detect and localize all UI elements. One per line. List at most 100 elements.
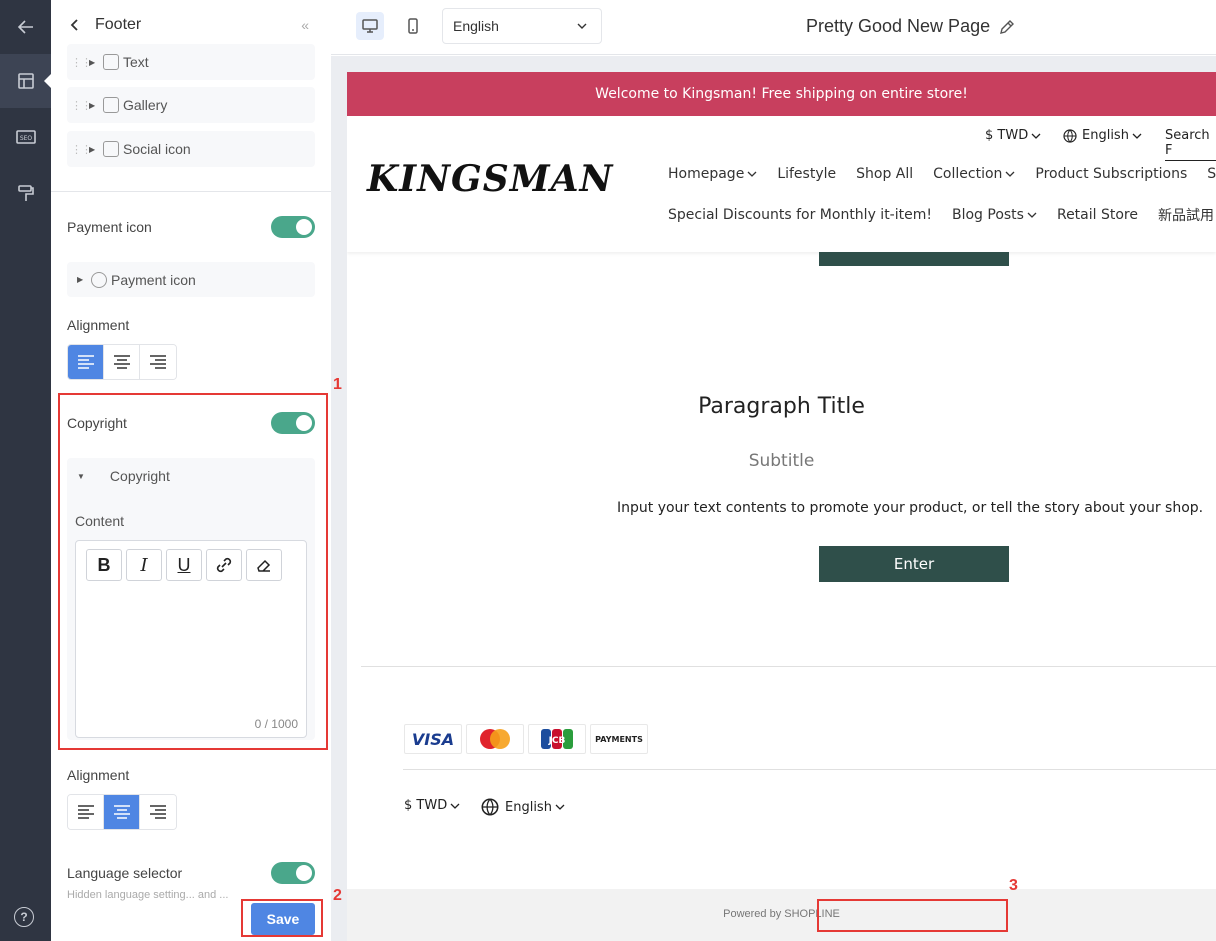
nav-item-lifestyle[interactable]: Lifestyle xyxy=(777,166,836,182)
annotation-number-2: 2 xyxy=(333,887,342,904)
nav-item-homepage[interactable]: Homepage xyxy=(668,166,757,182)
paint-roller-icon[interactable] xyxy=(0,166,51,220)
currency-selector[interactable]: $ TWD xyxy=(985,128,1041,143)
block-item-social-icon[interactable]: ⋮⋮ ▶ Social icon xyxy=(67,131,315,167)
footer-language-selector[interactable]: English xyxy=(481,798,565,816)
panel-header: Footer « xyxy=(51,0,331,50)
language-selector-toggle[interactable] xyxy=(271,862,315,884)
footer-currency-selector[interactable]: $ TWD xyxy=(404,798,460,813)
paragraph-subtitle: Subtitle xyxy=(748,451,815,471)
nav-item-shop-all[interactable]: Shop All xyxy=(856,166,913,182)
align-center-button[interactable] xyxy=(104,795,140,829)
pencil-icon[interactable] xyxy=(998,18,1016,36)
language-selector-label: Language selector xyxy=(67,865,183,881)
block-item-label: Social icon xyxy=(123,141,191,157)
store-header: $ TWD English Search F KINGSMAN Homepage… xyxy=(347,116,1216,252)
alignment-label: Alignment xyxy=(67,767,130,783)
payment-icon-label: Payment icon xyxy=(67,219,152,235)
alignment-label: Alignment xyxy=(67,317,130,333)
chevron-down-icon xyxy=(1005,171,1015,177)
back-arrow-icon[interactable] xyxy=(0,0,51,54)
caret-right-icon[interactable]: ▶ xyxy=(89,101,99,110)
chevron-down-icon xyxy=(577,23,587,29)
alignment-group-2 xyxy=(67,794,177,830)
store-preview: Welcome to Kingsman! Free shipping on en… xyxy=(347,72,1216,941)
caret-right-icon[interactable]: ▶ xyxy=(89,58,99,67)
mobile-view-button[interactable] xyxy=(399,12,427,40)
visa-icon: VISA xyxy=(404,724,462,754)
language-select-value: English xyxy=(453,18,499,34)
footer-currency-value: $ TWD xyxy=(404,798,448,813)
caret-right-icon[interactable]: ▶ xyxy=(89,145,99,154)
align-left-button[interactable] xyxy=(68,795,104,829)
caret-right-icon[interactable]: ▶ xyxy=(77,275,87,284)
hint-text: Hidden language setting... and ... xyxy=(67,889,229,901)
footer-language-value: English xyxy=(505,799,552,815)
chevron-down-icon xyxy=(555,804,565,810)
desktop-view-button[interactable] xyxy=(356,12,384,40)
share-icon xyxy=(103,141,119,157)
bottom-strip: Powered by SHOPLINE xyxy=(347,889,1216,941)
globe-icon xyxy=(481,798,499,816)
drag-handle-icon[interactable]: ⋮⋮ xyxy=(71,143,92,156)
nav-item-truncated[interactable]: S xyxy=(1207,166,1216,182)
paragraph-title: Paragraph Title xyxy=(698,394,865,419)
align-center-button[interactable] xyxy=(104,345,140,379)
align-left-button[interactable] xyxy=(68,345,104,379)
image-icon xyxy=(103,97,119,113)
nav-item-new-trial[interactable]: 新品試用 xyxy=(1158,205,1214,225)
nav-item-retail-store[interactable]: Retail Store xyxy=(1057,205,1138,225)
seo-icon[interactable]: SEO xyxy=(0,110,51,164)
annotation-box-1 xyxy=(58,393,328,750)
language-select[interactable]: English xyxy=(442,8,602,44)
store-logo[interactable]: KINGSMAN xyxy=(367,158,613,200)
drag-handle-icon[interactable]: ⋮⋮ xyxy=(71,56,92,69)
payment-icon-toggle[interactable] xyxy=(271,216,315,238)
currency-value: $ TWD xyxy=(985,128,1029,143)
chevron-down-icon xyxy=(747,171,757,177)
nav-item-collection[interactable]: Collection xyxy=(933,166,1015,182)
left-rail: SEO ? xyxy=(0,0,52,941)
chevron-left-icon[interactable] xyxy=(69,15,89,35)
annotation-box-2 xyxy=(241,899,323,937)
top-bar: English Pretty Good New Page xyxy=(331,0,1216,55)
desktop-icon xyxy=(362,19,378,33)
panel-title: Footer xyxy=(95,16,142,33)
mastercard-icon xyxy=(466,724,524,754)
chevron-down-icon xyxy=(1031,133,1041,139)
drag-handle-icon[interactable]: ⋮⋮ xyxy=(71,99,92,112)
nav-row-2: Special Discounts for Monthly it-item! B… xyxy=(668,205,1214,225)
payments-icon: PAYMENTS xyxy=(590,724,648,754)
page-title: Pretty Good New Page xyxy=(806,16,1016,37)
block-item-payment-icon[interactable]: ▶ Payment icon xyxy=(67,262,315,297)
chevron-down-icon xyxy=(1027,212,1037,218)
block-item-label: Text xyxy=(123,54,149,70)
nav-item-blog-posts[interactable]: Blog Posts xyxy=(952,205,1037,225)
block-item-gallery[interactable]: ⋮⋮ ▶ Gallery xyxy=(67,87,315,123)
paragraph-body: Input your text contents to promote your… xyxy=(617,500,1204,516)
mobile-icon xyxy=(408,18,418,34)
nav-item-product-subscriptions[interactable]: Product Subscriptions xyxy=(1035,166,1187,182)
show-more-button[interactable] xyxy=(819,252,1009,266)
search-input[interactable]: Search F xyxy=(1165,128,1216,161)
language-selector[interactable]: English xyxy=(1063,128,1142,143)
enter-button[interactable]: Enter xyxy=(819,546,1009,582)
footer-divider-2 xyxy=(403,769,1216,770)
align-right-button[interactable] xyxy=(140,795,176,829)
chevron-down-icon xyxy=(1132,133,1142,139)
nav-row-1: Homepage Lifestyle Shop All Collection P… xyxy=(668,166,1216,182)
align-right-button[interactable] xyxy=(140,345,176,379)
alignment-group-1 xyxy=(67,344,177,380)
help-icon[interactable]: ? xyxy=(14,907,34,927)
block-item-text[interactable]: ⋮⋮ ▶ Text xyxy=(67,44,315,80)
collapse-panel-icon[interactable]: « xyxy=(301,17,309,33)
chevron-down-icon xyxy=(450,803,460,809)
announcement-banner[interactable]: Welcome to Kingsman! Free shipping on en… xyxy=(347,72,1216,116)
nav-item-special-discounts[interactable]: Special Discounts for Monthly it-item! xyxy=(668,205,932,225)
language-value: English xyxy=(1082,128,1129,143)
payment-icon xyxy=(91,271,107,288)
layout-icon[interactable] xyxy=(0,54,52,108)
search-placeholder: Search F xyxy=(1165,128,1210,158)
footer-divider xyxy=(361,666,1216,667)
page-title-text: Pretty Good New Page xyxy=(806,16,991,36)
